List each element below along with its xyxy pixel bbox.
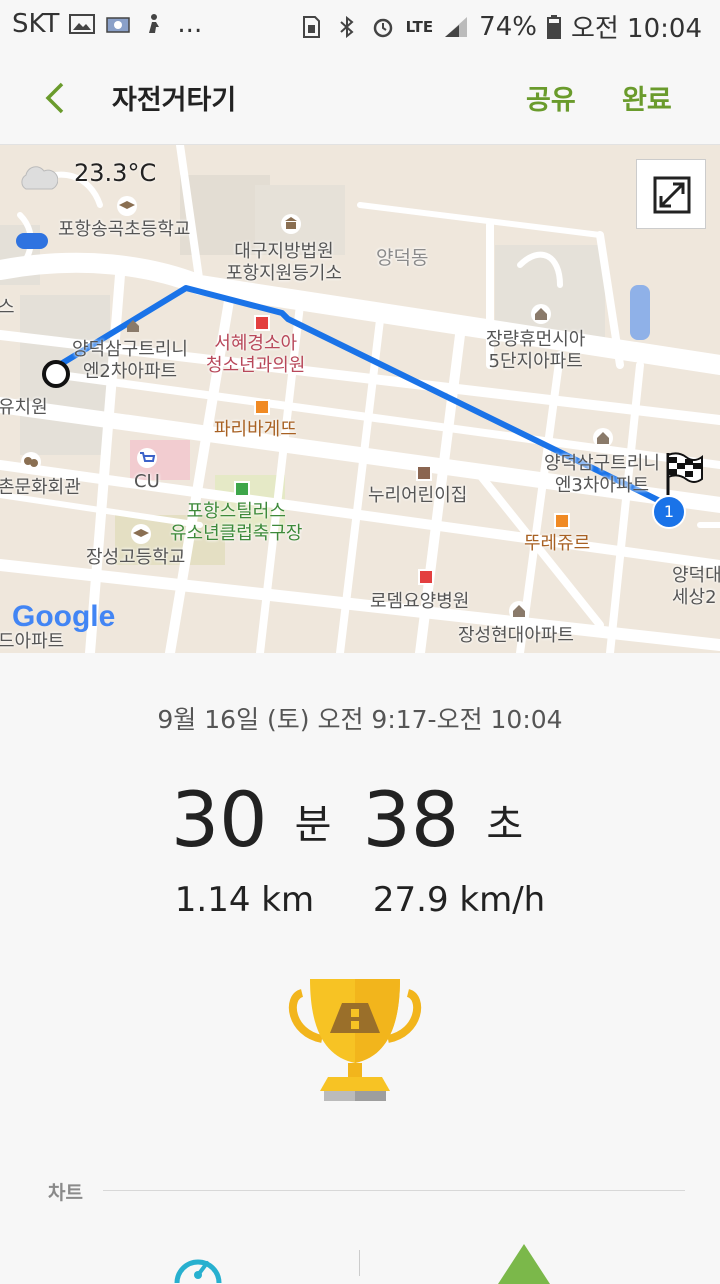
status-bar: SKT ... LTE 74% 오전 10:04 — [0, 0, 720, 52]
map-label: 양덕대 세상2 — [672, 565, 720, 608]
bakery-marker — [254, 399, 270, 415]
map-label: 스 — [0, 297, 15, 318]
battery-percent: 74% — [479, 11, 537, 42]
carrier-label: SKT — [12, 9, 60, 39]
map-label: 장량휴먼시아 5단지아파트 — [486, 329, 586, 372]
duration-seconds: 38 — [362, 775, 460, 864]
more-notifications: ... — [177, 9, 203, 39]
map-label: 촌문화회관 — [0, 477, 81, 498]
workout-duration: 30 분 38 초 — [0, 775, 720, 864]
hospital-marker — [254, 315, 270, 331]
expand-icon — [653, 176, 691, 214]
distance-value: 1.14 km — [174, 880, 315, 920]
share-button[interactable]: 공유 — [526, 78, 576, 117]
map-label: 양덕삼구트리니 엔3차아파트 — [544, 453, 660, 496]
route-map[interactable]: 1 23.3°C 포항송곡초등학교 대구지방법원 포항지원등기소 양덕동 장량휴… — [0, 145, 720, 653]
network-type: LTE — [405, 17, 434, 36]
route-start-marker — [42, 360, 70, 388]
workout-stats: 1.14 km 27.9 km/h — [0, 880, 720, 920]
map-label: 뚜레쥬르 — [524, 533, 591, 554]
map-label: 서혜경소아 청소년과의원 — [206, 333, 306, 376]
store-icon — [137, 448, 157, 468]
home-icon — [531, 304, 551, 324]
elevation-mountain-icon[interactable] — [498, 1244, 550, 1284]
temperature-label: 23.3°C — [74, 159, 157, 187]
map-label: 파리바게뜨 — [214, 419, 297, 440]
map-label: 양덕삼구트리니 엔2차아파트 — [72, 339, 188, 382]
theater-icon — [21, 452, 41, 472]
map-label: 대구지방법원 포항지원등기소 — [226, 241, 342, 284]
back-arrow-icon[interactable] — [34, 76, 78, 120]
map-label: 양덕동 — [376, 247, 429, 269]
done-button[interactable]: 완료 — [622, 78, 672, 117]
chart-section-label: 차트 — [48, 1182, 83, 1204]
image-icon — [69, 14, 96, 34]
map-label: 장성고등학교 — [86, 547, 186, 568]
app-header: 자전거타기 공유 완료 — [0, 52, 720, 145]
duration-minutes: 30 — [170, 775, 268, 864]
school-icon — [117, 196, 137, 216]
map-label: CU — [134, 471, 160, 492]
location-pill — [16, 233, 48, 249]
kindergarten-marker — [416, 465, 432, 481]
expand-map-button[interactable] — [636, 159, 706, 229]
courthouse-icon — [281, 214, 301, 234]
speed-value: 27.9 km/h — [372, 880, 546, 920]
bluetooth-icon — [339, 15, 354, 38]
page-title: 자전거타기 — [112, 85, 237, 116]
bakery-marker — [554, 513, 570, 529]
cloud-icon — [21, 166, 58, 190]
home-icon — [593, 428, 613, 448]
clock: 오전 10:04 — [570, 14, 702, 44]
photo-icon — [106, 17, 131, 33]
home-icon — [509, 601, 529, 621]
map-label: 유치원 — [0, 397, 48, 418]
map-label: 누리어린이집 — [368, 485, 468, 506]
person-icon — [149, 14, 160, 33]
battery-icon — [546, 14, 561, 39]
map-label: 드아파트 — [0, 631, 65, 652]
section-divider — [103, 1190, 685, 1191]
map-label: 장성현대아파트 — [458, 625, 574, 646]
alarm-icon — [373, 18, 392, 37]
google-logo: Google — [12, 600, 116, 633]
home-icon — [127, 320, 139, 332]
signal-icon — [445, 16, 468, 37]
tab-divider — [359, 1250, 360, 1276]
workout-date: 9월 16일 (토) 오전 9:17-오전 10:04 — [157, 705, 563, 734]
seconds-unit: 초 — [486, 802, 524, 848]
trophy-icon — [288, 979, 422, 1101]
hospital-marker — [418, 569, 434, 585]
minutes-unit: 분 — [294, 802, 332, 848]
map-label: 로뎀요양병원 — [370, 591, 470, 612]
route-end-marker: 1 — [652, 495, 686, 529]
sim-icon — [302, 15, 320, 38]
school-icon — [131, 524, 151, 544]
finish-flag-icon — [666, 452, 703, 495]
park-marker — [234, 481, 250, 497]
speedometer-icon[interactable] — [171, 1243, 225, 1283]
map-label: 포항스틸러스 유소년클럽축구장 — [170, 501, 303, 544]
map-label: 포항송곡초등학교 — [58, 219, 191, 240]
